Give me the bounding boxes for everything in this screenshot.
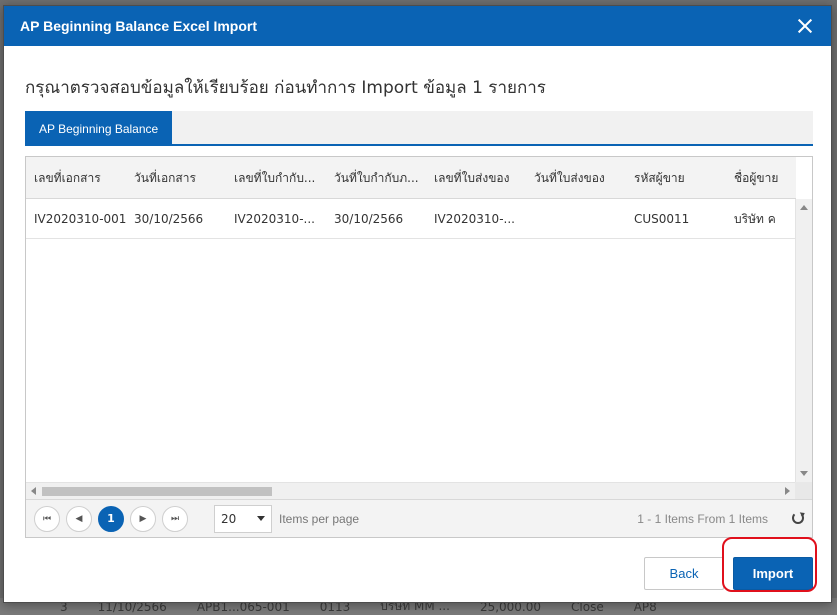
page-size-value: 20 [221,511,237,526]
dialog-title: AP Beginning Balance Excel Import [20,18,258,34]
grid-header: เลขที่เอกสาร วันที่เอกสาร เลขที่ใบกำกับ.… [26,157,796,199]
import-dialog: AP Beginning Balance Excel Import กรุณาต… [3,5,832,603]
chevron-down-icon [257,516,265,521]
table-cell: IV2020310-... [434,212,515,226]
last-page-button[interactable]: ⏭ [162,505,188,532]
table-row[interactable]: IV2020310-001 30/10/2566 IV2020310-... 3… [26,199,796,239]
column-header[interactable]: ชื่อผู้ขาย [726,157,796,198]
tab-ap-beginning-balance[interactable]: AP Beginning Balance [25,111,173,146]
first-page-button[interactable]: ⏮ [34,505,60,532]
vertical-scrollbar[interactable] [795,199,812,482]
scroll-down-icon[interactable] [800,471,808,476]
close-icon[interactable] [795,16,815,36]
table-cell: IV2020310-001 [34,212,126,226]
data-grid: เลขที่เอกสาร วันที่เอกสาร เลขที่ใบกำกับ.… [25,156,813,538]
items-per-page-label: Items per page [279,511,360,526]
column-header[interactable]: วันที่ใบส่งของ [526,157,626,198]
table-cell: 30/10/2566 [134,212,204,226]
column-header[interactable]: เลขที่ใบส่งของ [426,157,526,198]
column-header[interactable]: วันที่เอกสาร [126,157,226,198]
import-button[interactable]: Import [733,557,813,590]
table-cell: 30/10/2566 [334,212,404,226]
horizontal-scrollbar[interactable] [26,482,796,499]
pager-info: 1 - 1 Items From 1 Items [637,511,768,526]
page-size-select[interactable]: 20 [214,504,272,533]
table-cell: CUS0011 [634,212,690,226]
column-header[interactable]: เลขที่ใบกำกับ... [226,157,326,198]
column-header[interactable]: รหัสผู้ขาย [626,157,726,198]
column-header[interactable]: เลขที่เอกสาร [26,157,126,198]
table-cell: IV2020310-... [234,212,315,226]
back-button[interactable]: Back [644,557,724,590]
prev-page-button[interactable]: ◀ [66,505,92,532]
scrollbar-corner [795,482,812,499]
confirm-message: กรุณาตรวจสอบข้อมูลให้เรียบร้อย ก่อนทำการ… [25,78,546,98]
dialog-titlebar: AP Beginning Balance Excel Import [4,6,831,46]
column-header[interactable]: วันที่ใบกำกับภ... [326,157,426,198]
scroll-up-icon[interactable] [800,205,808,210]
pager: ⏮ ◀ 1 ▶ ⏭ 20 Items per page 1 - 1 Items … [26,499,812,537]
refresh-icon[interactable] [792,512,804,524]
next-page-button[interactable]: ▶ [130,505,156,532]
scrollbar-thumb[interactable] [42,487,272,496]
scroll-right-icon[interactable] [785,487,790,495]
scroll-left-icon[interactable] [31,487,36,495]
page-number-button[interactable]: 1 [98,505,124,532]
table-cell [526,199,626,238]
table-cell: บริษัท ค [734,211,776,226]
tabstrip: AP Beginning Balance [25,111,813,146]
